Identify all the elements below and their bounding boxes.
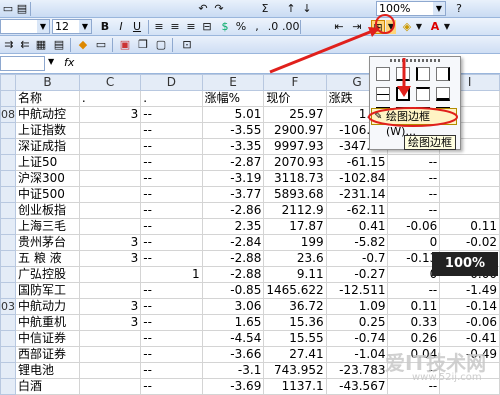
watermark-url: www.52ij.com xyxy=(412,372,482,383)
annotation-overlay xyxy=(269,14,458,127)
zoom-badge: 100% xyxy=(432,252,498,276)
highlight-ellipse xyxy=(368,107,458,127)
highlight-circle xyxy=(375,14,395,34)
annotation-arrow-line xyxy=(269,28,376,74)
down-arrow-head-icon xyxy=(397,86,411,97)
watermark-logo: 爱IT技术网 xyxy=(385,351,487,375)
